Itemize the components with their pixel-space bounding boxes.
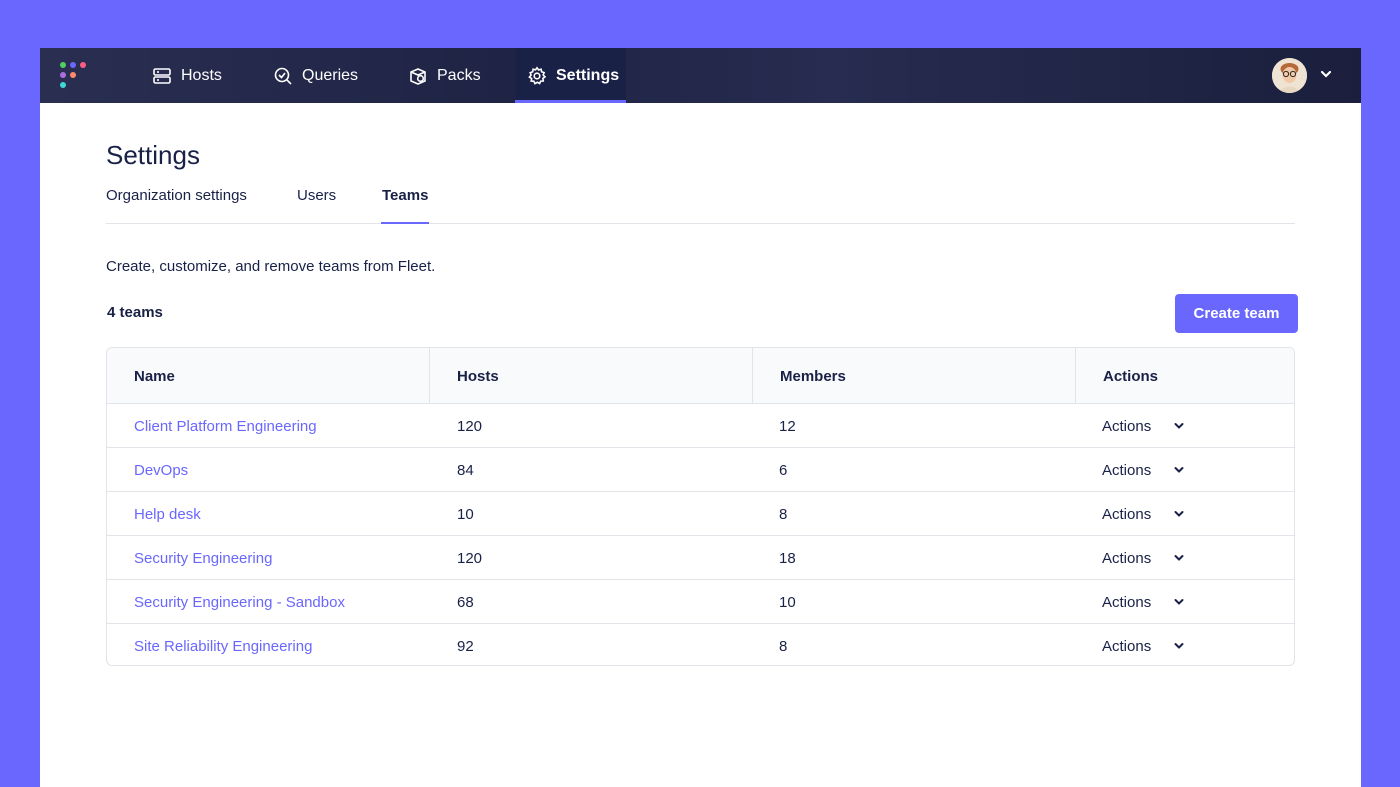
chevron-down-icon xyxy=(1174,423,1184,429)
avatar[interactable] xyxy=(1272,58,1307,93)
column-header-actions: Actions xyxy=(1103,367,1159,385)
table-row: Help desk 10 8 Actions xyxy=(107,492,1294,536)
tab-teams[interactable]: Teams xyxy=(380,187,430,224)
nav-label-packs: Packs xyxy=(437,66,481,84)
chevron-down-icon[interactable] xyxy=(1319,67,1333,81)
team-hosts-count: 10 xyxy=(457,505,474,523)
team-name-link[interactable]: DevOps xyxy=(134,448,188,492)
table-header: Name Hosts Members Actions xyxy=(107,348,1294,404)
nav-item-settings[interactable]: Settings xyxy=(515,48,626,103)
actions-dropdown[interactable]: Actions xyxy=(1102,404,1185,448)
fleet-logo-icon[interactable] xyxy=(60,62,90,90)
team-hosts-count: 120 xyxy=(457,549,483,567)
table-row: DevOps 84 6 Actions xyxy=(107,448,1294,492)
packs-icon xyxy=(410,67,426,85)
actions-label: Actions xyxy=(1102,549,1152,567)
actions-label: Actions xyxy=(1102,593,1152,611)
nav-item-hosts[interactable]: Hosts xyxy=(152,48,222,103)
team-members-count: 10 xyxy=(779,593,796,611)
nav-label-settings: Settings xyxy=(556,66,620,84)
table-row: Site Reliability Engineering 92 8 Action… xyxy=(107,624,1294,665)
team-members-count: 6 xyxy=(779,461,788,479)
team-hosts-count: 92 xyxy=(457,637,474,655)
team-members-count: 8 xyxy=(779,637,788,655)
column-header-name[interactable]: Name xyxy=(107,348,430,404)
chevron-down-icon xyxy=(1174,599,1184,605)
team-members-count: 18 xyxy=(779,549,796,567)
table-row: Client Platform Engineering 120 12 Actio… xyxy=(107,404,1294,448)
team-name-link[interactable]: Help desk xyxy=(134,492,201,536)
gear-icon xyxy=(528,65,547,85)
teams-count: 4 teams xyxy=(107,304,163,321)
team-name-link[interactable]: Security Engineering xyxy=(134,536,272,580)
team-hosts-count: 68 xyxy=(457,593,474,611)
team-name-link[interactable]: Client Platform Engineering xyxy=(134,404,317,448)
actions-dropdown[interactable]: Actions xyxy=(1102,580,1185,624)
actions-dropdown[interactable]: Actions xyxy=(1102,624,1185,665)
actions-dropdown[interactable]: Actions xyxy=(1102,536,1185,580)
actions-label: Actions xyxy=(1102,461,1152,479)
create-team-button[interactable]: Create team xyxy=(1175,294,1298,333)
page-description: Create, customize, and remove teams from… xyxy=(106,258,436,275)
tab-organization-settings[interactable]: Organization settings xyxy=(106,187,247,224)
actions-label: Actions xyxy=(1102,505,1152,523)
column-header-members[interactable]: Members xyxy=(753,348,1076,404)
team-members-count: 8 xyxy=(779,505,788,523)
queries-icon xyxy=(274,67,292,85)
chevron-down-icon xyxy=(1174,643,1184,649)
team-hosts-count: 84 xyxy=(457,461,474,479)
app-window: Hosts Queries Packs Settings Settings Or… xyxy=(40,48,1361,787)
nav-label-hosts: Hosts xyxy=(181,66,222,84)
hosts-icon xyxy=(153,67,171,84)
column-header-hosts[interactable]: Hosts xyxy=(430,348,753,404)
team-members-count: 12 xyxy=(779,417,796,435)
chevron-down-icon xyxy=(1174,511,1184,517)
tab-users[interactable]: Users xyxy=(297,187,336,224)
actions-dropdown[interactable]: Actions xyxy=(1102,492,1185,536)
settings-tabs: Organization settings Users Teams xyxy=(106,185,1295,224)
team-name-link[interactable]: Site Reliability Engineering xyxy=(134,624,312,665)
user-avatar-icon xyxy=(1272,58,1307,93)
nav-item-queries[interactable]: Queries xyxy=(273,48,358,103)
nav-label-queries: Queries xyxy=(302,66,359,84)
team-name-link[interactable]: Security Engineering - Sandbox xyxy=(134,580,345,624)
table-row: Security Engineering - Sandbox 68 10 Act… xyxy=(107,580,1294,624)
chevron-down-icon xyxy=(1174,555,1184,561)
teams-table: Name Hosts Members Actions Client Platfo… xyxy=(106,347,1295,666)
table-row: Security Engineering 120 18 Actions xyxy=(107,536,1294,580)
chevron-down-icon xyxy=(1174,467,1184,473)
actions-label: Actions xyxy=(1102,417,1152,435)
top-navigation: Hosts Queries Packs Settings xyxy=(40,48,1361,103)
nav-item-packs[interactable]: Packs xyxy=(408,48,481,103)
actions-label: Actions xyxy=(1102,637,1152,655)
team-hosts-count: 120 xyxy=(457,417,483,435)
actions-dropdown[interactable]: Actions xyxy=(1102,448,1185,492)
page-title: Settings xyxy=(106,140,200,170)
